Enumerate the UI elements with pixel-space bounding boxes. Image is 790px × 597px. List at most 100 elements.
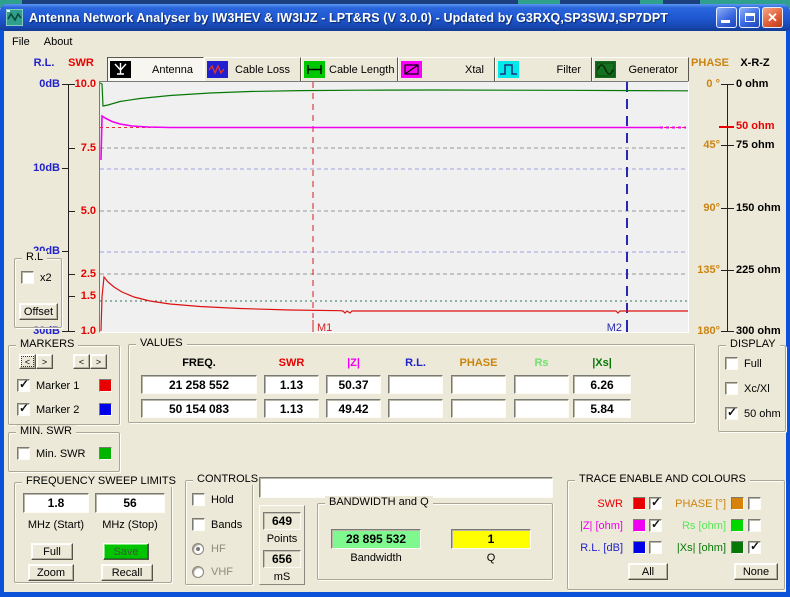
display-xc-xl-checkbox[interactable] [725,382,738,395]
values-cell-r2c7[interactable]: 5.84 [573,399,631,418]
swr-tick-label: 1.5 [80,290,96,302]
controls-hold-label: Hold [211,494,234,506]
values-cell-r1c2[interactable]: 1.13 [264,375,319,394]
trace-rs-ohm-checkbox[interactable] [748,519,761,532]
values-cell-r2c3[interactable]: 49.42 [326,399,381,418]
marker-1-checkbox[interactable]: ✓ [17,377,30,392]
marker-2-label: Marker 2 [36,404,80,416]
toolbar-button-filter[interactable]: Filter [495,57,592,82]
trace-r-l-db-checkbox[interactable] [649,541,662,554]
points-panel: 649 Points 656 mS [259,505,305,585]
marker-1-label: Marker 1 [36,380,80,392]
sweep-title: FREQUENCY SWEEP LIMITS [22,475,180,487]
ohm-tick-label: 75 ohm [736,139,775,151]
min-swr-title: MIN. SWR [16,425,76,437]
application-window: Antenna Network Analyser by IW3HEV & IW3… [0,0,790,597]
points-value: 649 [263,512,301,530]
sweep-stop-label: MHz (Stop) [102,519,158,531]
sweep-start-label: MHz (Start) [27,519,85,531]
trace-xs-ohm-checkbox[interactable]: ✓ [748,539,761,554]
titlebar[interactable]: Antenna Network Analyser by IW3HEV & IW3… [0,4,790,31]
display-full-checkbox[interactable] [725,357,738,370]
sweep-start-input[interactable]: 1.8 [23,493,89,513]
cable-loss-icon [207,61,228,78]
toolbar-button-cable-loss[interactable]: Cable Loss [204,57,301,82]
filter-icon [498,61,519,78]
none-button[interactable]: None [734,563,778,580]
command-field[interactable] [259,477,553,498]
values-column-header-swr: SWR [278,357,305,369]
rl-axis-header: R.L. [33,57,55,69]
values-column-header-freq: FREQ. [182,357,216,369]
rl-tick-label: 10dB [33,162,60,174]
values-cell-r2c1[interactable]: 50 154 083 [141,399,257,418]
close-button[interactable]: ✕ [762,7,783,28]
marker-2-checkbox[interactable]: ✓ [17,401,30,416]
display-50-ohm-checkbox[interactable]: ✓ [725,405,738,420]
maximize-icon [744,13,755,22]
trace-swr-label: SWR [597,498,623,510]
trace-rs-ohm-label: Rs [ohm] [681,520,726,532]
recall-button[interactable]: Recall [101,564,153,581]
trace-z-ohm-checkbox[interactable]: ✓ [649,517,662,532]
marker-label-m2: M2 [607,322,622,332]
toolbar-button-xtal[interactable]: Xtal [398,57,495,82]
all-button[interactable]: All [628,563,668,580]
sweep-stop-input[interactable]: 56 [95,493,165,513]
offset-button[interactable]: Offset [19,303,58,320]
values-cell-r1c6[interactable] [514,375,569,394]
display-panel: DISPLAY Full Xc/Xl ✓ 50 ohm [718,338,786,432]
trace-phase-checkbox[interactable] [748,497,761,510]
controls-hold-checkbox[interactable] [192,493,205,506]
rl-x2-checkbox[interactable] [21,271,34,284]
controls-hf-radio[interactable] [192,543,204,555]
menu-item-file[interactable]: File [5,34,37,50]
xrz-axis-header: X-R-Z [740,57,770,69]
ohm-tick [728,331,734,332]
values-cell-r2c5[interactable] [451,399,506,418]
full-button[interactable]: Full [31,543,73,560]
save-button[interactable]: Save [103,543,149,560]
rl-tick-label: 0dB [39,78,60,90]
phase-axis-header: PHASE [691,57,729,69]
maximize-button[interactable] [739,7,760,28]
toolbar-button-cable-length[interactable]: Cable Length [301,57,398,82]
marker-2-checkbox-check: ✓ [19,401,30,415]
values-cell-r1c5[interactable] [451,375,506,394]
values-column-header-xs: |Xs| [592,357,612,369]
marker-nav-button-2[interactable]: > [36,354,53,369]
values-cell-r1c3[interactable]: 50.37 [326,375,381,394]
controls-bands-label: Bands [211,519,243,531]
phase-tick-label: 90° [703,202,720,214]
rl-tick [62,251,68,252]
controls-vhf-radio[interactable] [192,566,204,578]
values-cell-r1c1[interactable]: 21 258 552 [141,375,257,394]
controls-panel: CONTROLS Hold Bands HF VHF [185,473,263,585]
ohm-tick [728,270,734,271]
marker-nav-button-3[interactable]: < [73,354,90,369]
trace-rs-ohm-color-swatch [731,519,744,532]
values-cell-r2c4[interactable] [388,399,443,418]
sweep-chart[interactable]: M1 M2 [99,81,689,334]
phase-tick [721,331,727,332]
marker-nav-button-4[interactable]: > [90,354,107,369]
controls-bands-checkbox[interactable] [192,518,205,531]
minimize-button[interactable] [716,7,737,28]
values-cell-r1c7[interactable]: 6.26 [573,375,631,394]
toolbar-button-generator[interactable]: Generator [592,57,689,82]
min-swr-color-swatch [99,447,112,460]
zoom-button[interactable]: Zoom [28,564,74,581]
values-cell-r1c4[interactable] [388,375,443,394]
swr-tick-label: 10.0 [74,78,96,90]
swr-tick-label: 7.5 [80,142,96,154]
display-xc-xl-label: Xc/Xl [744,383,770,395]
values-cell-r2c2[interactable]: 1.13 [264,399,319,418]
marker-nav-button-1[interactable]: < [19,354,36,369]
min-swr-checkbox[interactable] [17,447,30,460]
toolbar-button-antenna[interactable]: Antenna [107,57,204,82]
right-axis: 0 ° 45° 90° 135° 180° 0 ohm 50 ohm 75 ohm 150 oh… [690,78,790,338]
cable-length-icon [304,61,325,78]
menu-item-about[interactable]: About [37,34,80,50]
trace-swr-checkbox[interactable]: ✓ [649,495,662,510]
values-cell-r2c6[interactable] [514,399,569,418]
